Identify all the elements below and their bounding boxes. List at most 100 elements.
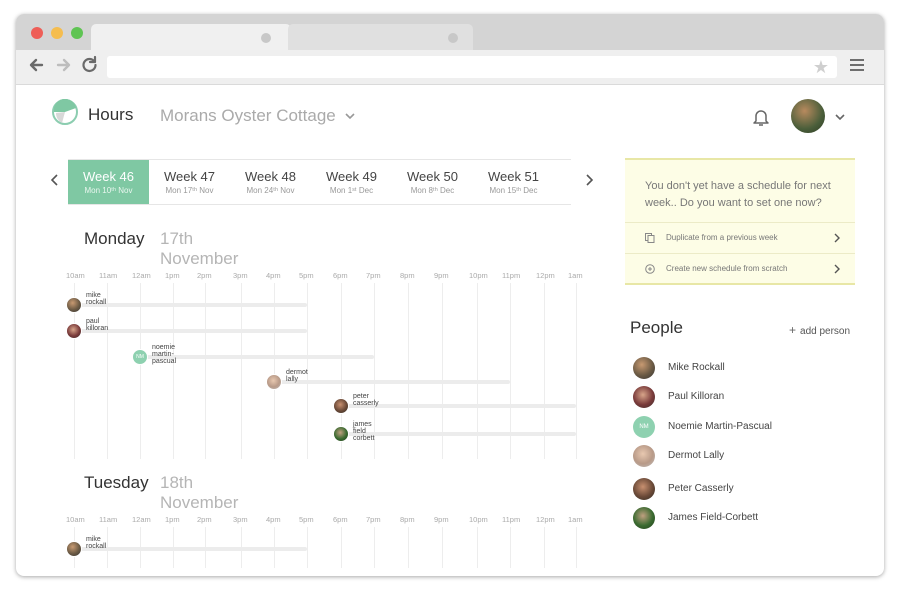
shift-bar[interactable] [341, 432, 576, 436]
hour-label: 1am [568, 515, 583, 524]
browser-tab-active[interactable] [91, 24, 291, 50]
shift-avatar [266, 374, 282, 390]
reload-icon[interactable] [78, 54, 100, 76]
shift-employee-name: mike rockall [86, 292, 107, 306]
venue-selector[interactable]: Morans Oyster Cottage [160, 106, 336, 126]
person-avatar [633, 507, 655, 529]
hour-label: 8pm [400, 271, 415, 280]
tab-close-icon[interactable] [261, 33, 271, 43]
hour-gridline [241, 283, 242, 459]
hour-gridline [341, 527, 342, 568]
hour-label: 10pm [469, 515, 488, 524]
week-date: Mon 24ᵗʰ Nov [246, 186, 295, 195]
hour-gridline [307, 527, 308, 568]
hour-gridline [140, 283, 141, 459]
browser-tab-inactive[interactable] [288, 24, 473, 50]
week-label: Week 49 [325, 169, 378, 184]
week-tab[interactable]: Week 48 Mon 24ᵗʰ Nov [230, 160, 311, 204]
shift-employee-name: paul killoran [86, 318, 109, 332]
week-tab[interactable]: Week 50 Mon 8ᵗʰ Dec [392, 160, 473, 204]
hour-label: 12am [132, 271, 151, 280]
add-person-label: add person [800, 326, 851, 337]
hour-label: 12pm [536, 271, 555, 280]
plus-icon: + [789, 323, 797, 337]
back-icon[interactable] [26, 54, 48, 76]
shift-employee-name: dermot lally [286, 369, 308, 383]
week-date: Mon 17ᵗʰ Nov [165, 186, 214, 195]
person-row[interactable]: James Field-Corbett [633, 507, 863, 531]
week-tab[interactable]: Week 47 Mon 17ᵗʰ Nov [149, 160, 230, 204]
week-label: Week 51 [487, 169, 540, 184]
hour-label: 11am [99, 271, 118, 280]
address-bar[interactable]: ★ [107, 56, 837, 78]
hour-label: 4pm [266, 515, 281, 524]
star-icon[interactable]: ★ [813, 57, 829, 78]
hour-gridline [408, 527, 409, 568]
user-avatar[interactable] [791, 99, 825, 133]
week-date: Mon 8ᵗʰ Dec [410, 186, 455, 195]
shift-employee-name: peter casserly [353, 393, 379, 407]
hour-gridline [442, 527, 443, 568]
person-row[interactable]: Peter Casserly [633, 478, 863, 502]
app-content: Hours Morans Oyster Cottage Week 46 Mon 1… [16, 85, 884, 576]
person-name: James Field-Corbett [668, 512, 759, 523]
hour-label: 7pm [366, 515, 381, 524]
menu-icon[interactable] [850, 59, 864, 73]
shift-bar[interactable] [74, 547, 307, 551]
forward-icon[interactable] [52, 54, 74, 76]
hour-label: 12pm [536, 515, 555, 524]
person-row[interactable]: Paul Killoran [633, 386, 863, 410]
hour-gridline [576, 527, 577, 568]
week-label: Week 48 [244, 169, 297, 184]
shift-avatar [333, 398, 349, 414]
close-window-button[interactable] [31, 27, 43, 39]
week-tab[interactable]: Week 46 Mon 10ᵗʰ Nov [68, 160, 149, 204]
hour-label: 5pm [299, 271, 314, 280]
copy-icon [645, 233, 655, 243]
person-name: Noemie Martin-Pascual [668, 421, 772, 432]
person-row[interactable]: NM Noemie Martin-Pascual [633, 416, 863, 440]
maximize-window-button[interactable] [71, 27, 83, 39]
shift-avatar [333, 426, 349, 442]
schedule-notice: You don't yet have a schedule for next w… [625, 158, 855, 285]
week-tab[interactable]: Week 49 Mon 1ˢᵗ Dec [311, 160, 392, 204]
plus-circle-icon [645, 264, 655, 274]
person-avatar: NM [633, 416, 655, 438]
person-row[interactable]: Dermot Lally [633, 445, 863, 469]
tab-close-icon[interactable] [448, 33, 458, 43]
shift-bar[interactable] [74, 329, 307, 333]
duplicate-schedule-button[interactable]: Duplicate from a previous week [625, 222, 855, 253]
add-person-button[interactable]: + add person [789, 323, 850, 337]
person-row[interactable]: Mike Rockall [633, 357, 863, 381]
hour-label: 9pm [434, 515, 449, 524]
hour-label: 2pm [197, 271, 212, 280]
new-schedule-label: Create new schedule from scratch [666, 264, 788, 273]
bell-icon[interactable] [752, 107, 770, 127]
hour-label: 1pm [165, 515, 180, 524]
hour-label: 3pm [233, 271, 248, 280]
minimize-window-button[interactable] [51, 27, 63, 39]
hour-gridline [173, 283, 174, 459]
chevron-right-icon[interactable] [584, 174, 594, 186]
shift-bar[interactable] [74, 303, 307, 307]
shift-bar[interactable] [274, 380, 510, 384]
person-avatar [633, 478, 655, 500]
hour-gridline [544, 527, 545, 568]
person-avatar [633, 357, 655, 379]
hour-gridline [510, 527, 511, 568]
week-tab[interactable]: Week 51 Mon 15ᵗʰ Dec [473, 160, 554, 204]
week-date: Mon 15ᵗʰ Dec [489, 186, 538, 195]
hour-gridline [477, 527, 478, 568]
shift-avatar [66, 323, 82, 339]
week-selector: Week 46 Mon 10ᵗʰ Nov Week 47 Mon 17ᵗʰ Nov We… [68, 159, 571, 205]
hour-label: 11am [99, 515, 118, 524]
hour-gridline [107, 283, 108, 459]
hour-label: 10am [66, 515, 85, 524]
hour-label: 1pm [165, 271, 180, 280]
browser-window: ★ Hours Morans Oyster Cottage Week 46 Mon… [16, 14, 884, 576]
chevron-left-icon[interactable] [50, 174, 60, 186]
new-schedule-button[interactable]: Create new schedule from scratch [625, 253, 855, 284]
week-label: Week 50 [406, 169, 459, 184]
chevron-down-icon[interactable] [835, 112, 845, 122]
chevron-down-icon[interactable] [345, 111, 355, 121]
